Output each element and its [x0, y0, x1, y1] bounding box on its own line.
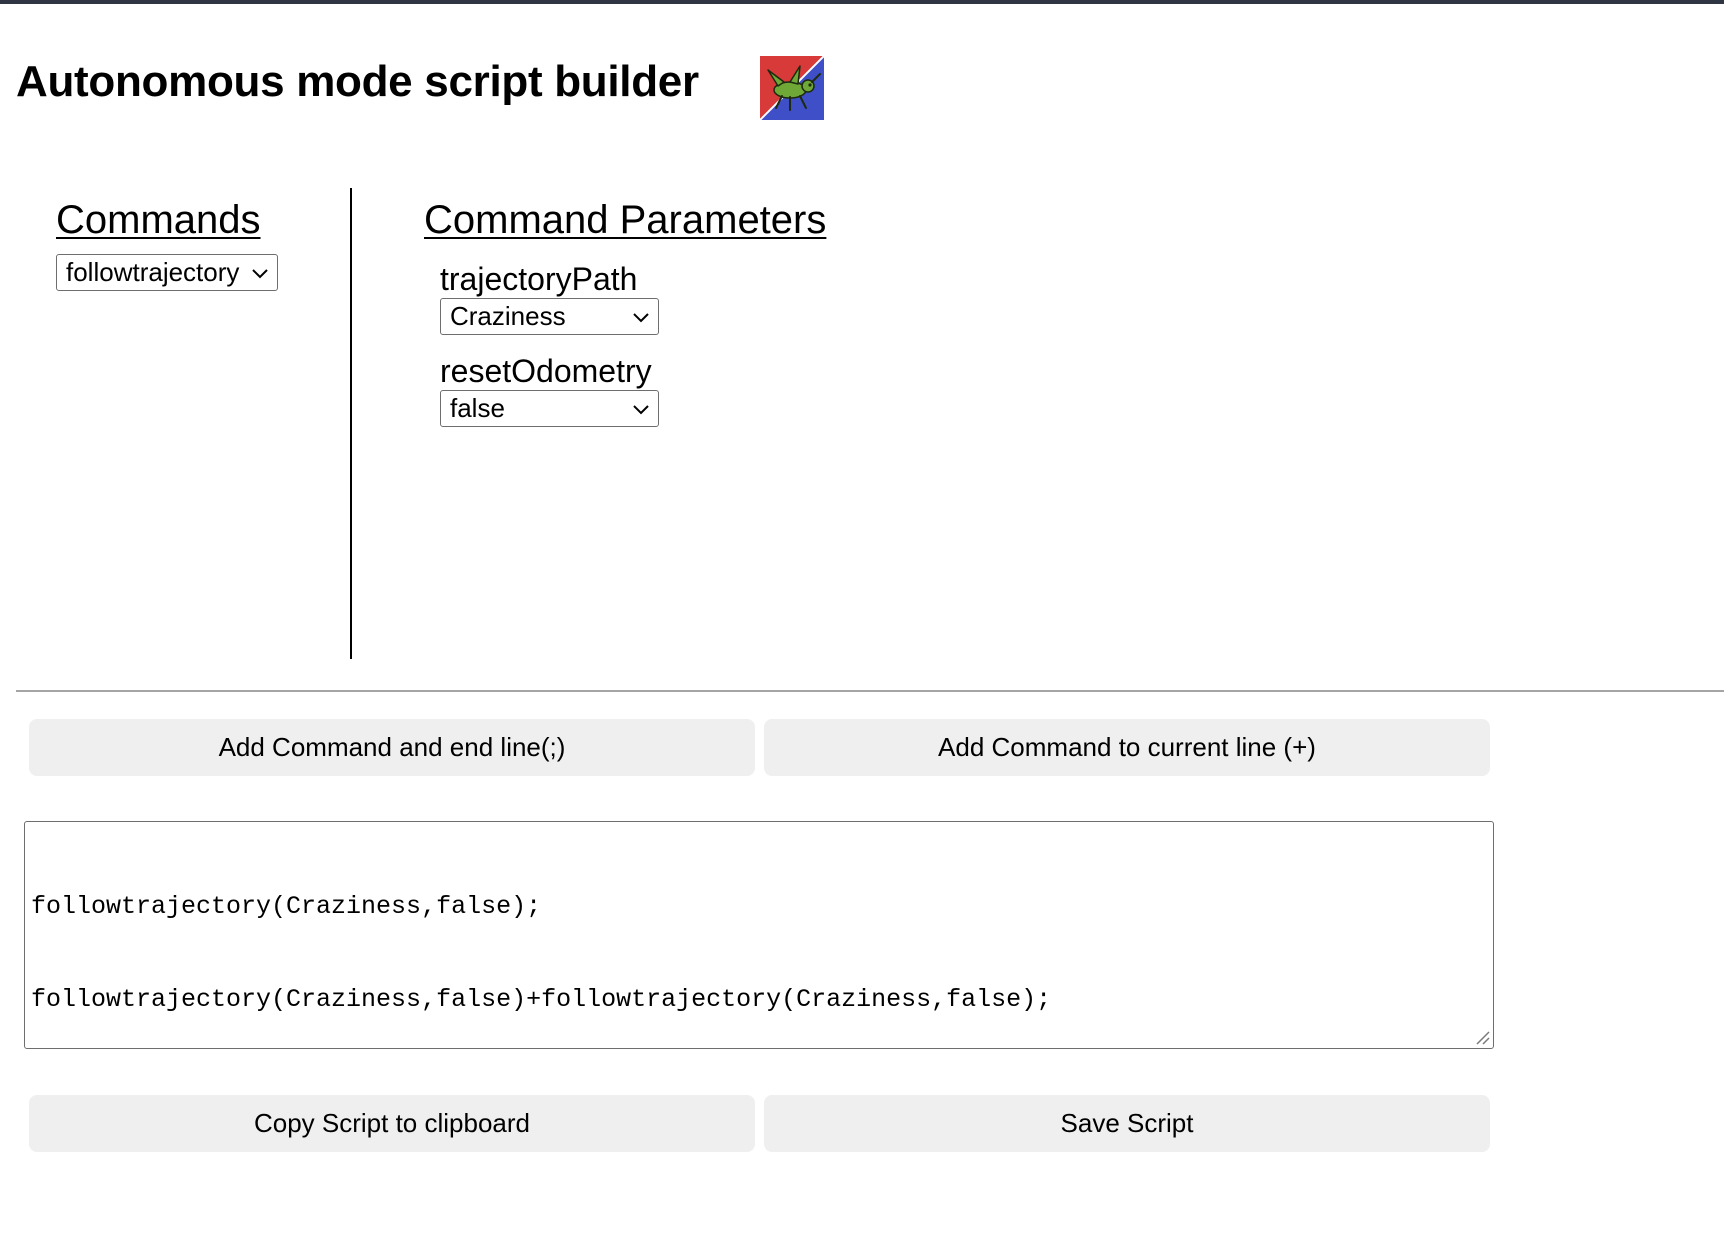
add-command-end-line-button[interactable]: Add Command and end line(;): [29, 719, 755, 776]
script-line: followtrajectory(Craziness,false);: [31, 892, 542, 921]
chevron-down-icon: [252, 269, 268, 279]
add-command-current-line-button[interactable]: Add Command to current line (+): [764, 719, 1490, 776]
vertical-divider: [350, 188, 352, 659]
script-line: followtrajectory(Craziness,false)+follow…: [31, 985, 1052, 1014]
command-select[interactable]: followtrajectory: [56, 254, 278, 291]
command-select-value: followtrajectory: [66, 257, 240, 287]
save-script-button[interactable]: Save Script: [764, 1095, 1490, 1152]
reset-odometry-select[interactable]: false: [440, 390, 659, 427]
top-bar: [0, 0, 1724, 4]
resize-grip-icon[interactable]: [1474, 1029, 1490, 1045]
horizontal-divider: [16, 690, 1724, 692]
reset-odometry-select-value: false: [450, 393, 505, 423]
param-label-reset-odometry: resetOdometry: [440, 353, 652, 389]
commands-heading: Commands: [56, 198, 261, 242]
grasshopper-logo-icon: [760, 56, 824, 120]
chevron-down-icon: [633, 313, 649, 323]
page-title: Autonomous mode script builder: [16, 57, 699, 106]
trajectory-path-select[interactable]: Craziness: [440, 298, 659, 335]
param-label-trajectory-path: trajectoryPath: [440, 261, 638, 297]
chevron-down-icon: [633, 405, 649, 415]
copy-script-button[interactable]: Copy Script to clipboard: [29, 1095, 755, 1152]
trajectory-path-select-value: Craziness: [450, 301, 566, 331]
parameters-heading: Command Parameters: [424, 198, 827, 242]
script-textarea[interactable]: followtrajectory(Craziness,false); follo…: [24, 821, 1494, 1049]
